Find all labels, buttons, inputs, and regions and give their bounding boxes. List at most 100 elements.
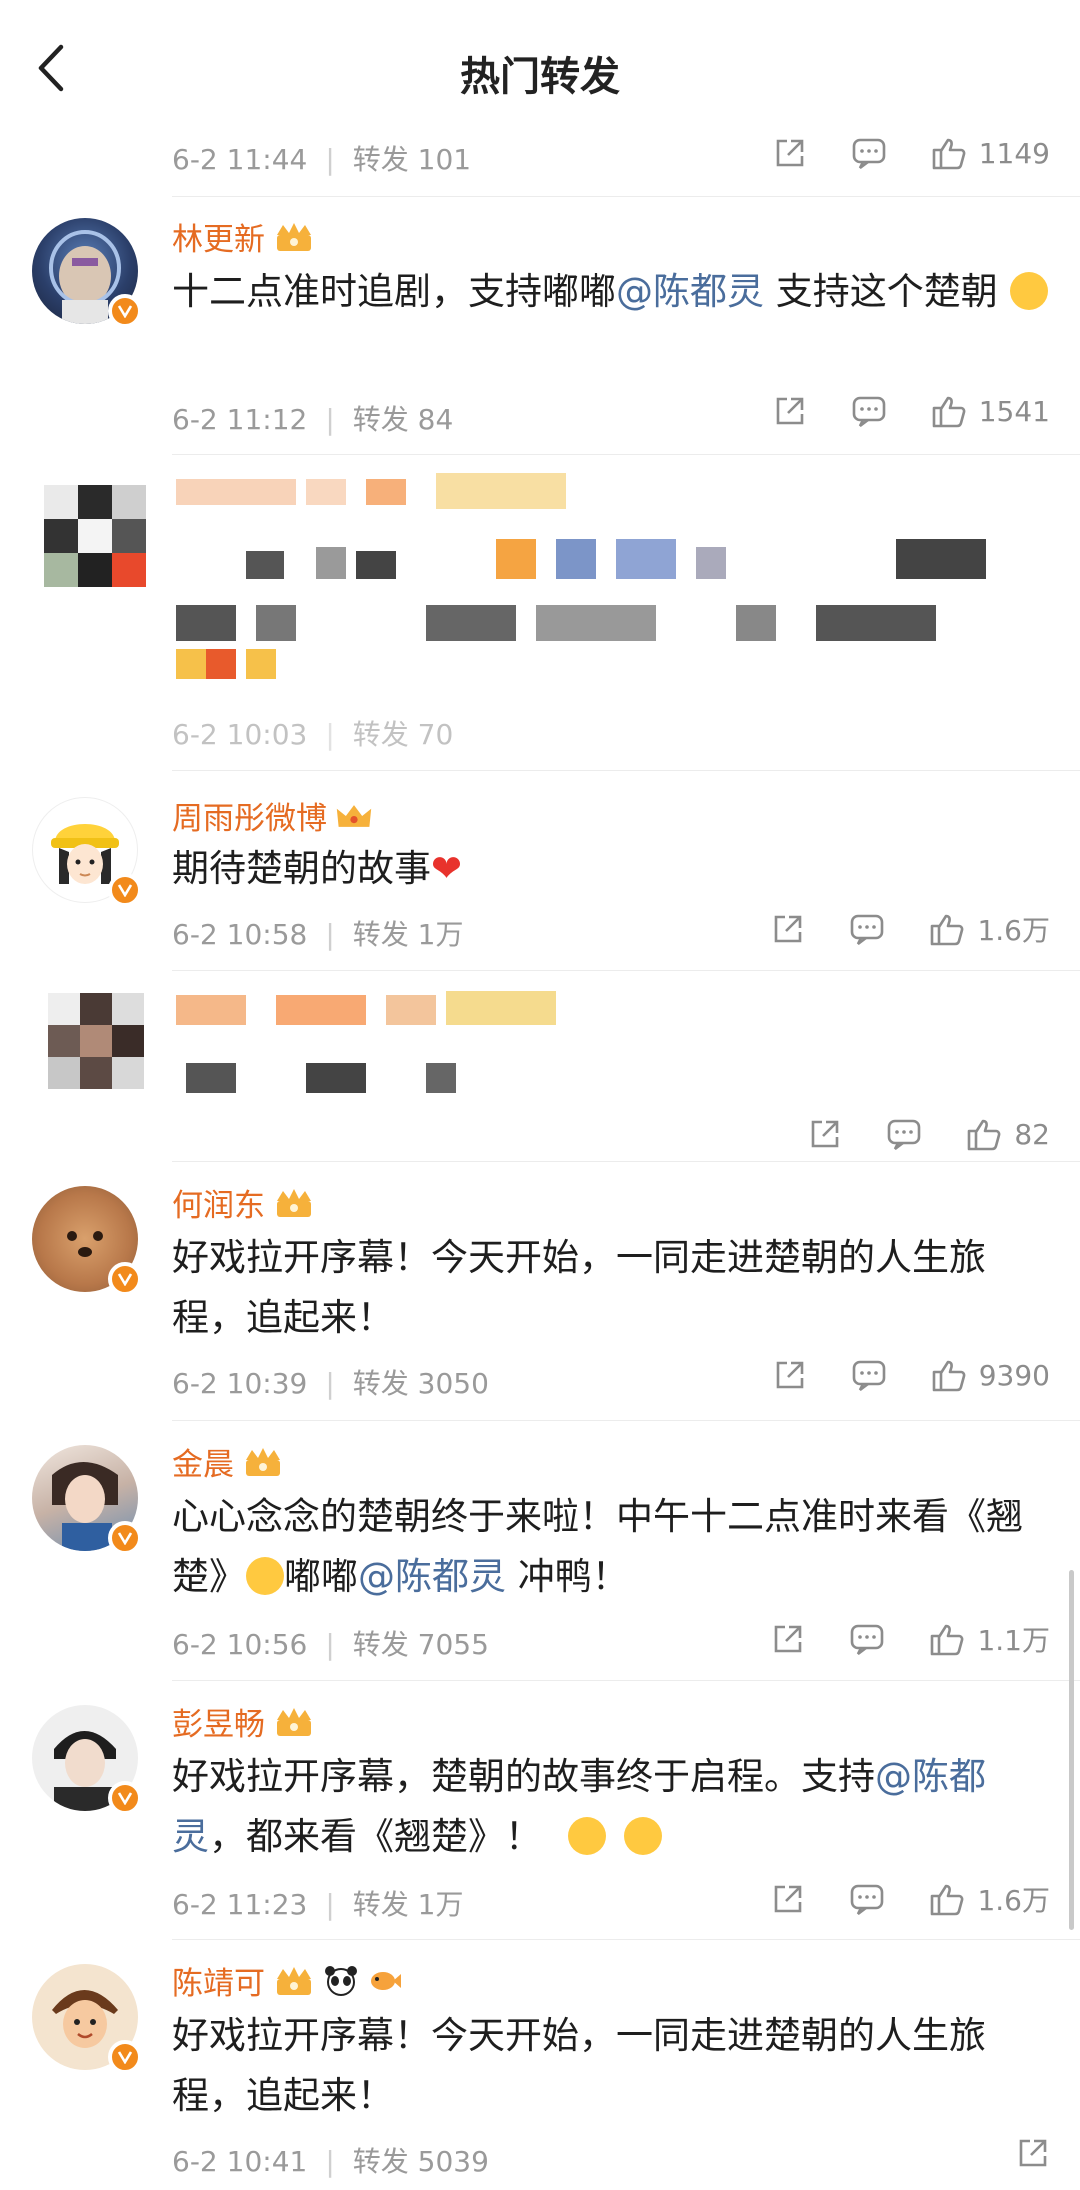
emoji-icon [1009,272,1048,310]
avatar[interactable] [32,218,142,328]
share-button[interactable] [808,1117,842,1151]
repost-count: 转发 101 [352,143,472,176]
crown-badge-icon [246,1447,280,1476]
panda-badge-icon [325,1965,357,1996]
scrollbar[interactable] [1069,1570,1074,1930]
comment-button[interactable] [886,1117,922,1151]
repost-item[interactable]: 周雨彤微博 期待楚朝的故事❤ 6-2 10:58 | 转发 1万 1.6万 [0,771,1080,971]
repost-count: 转发 5039 [352,2145,489,2178]
verified-badge-icon [108,873,142,907]
repost-item[interactable]: 何润东 好戏拉开序幕！今天开始，一同走进楚朝的人生旅程，追起来！ 6-2 10:… [0,1162,1080,1420]
blurred-repost-item[interactable]: 82 [0,971,1080,1161]
thumbs-up-icon [932,396,966,428]
share-button[interactable] [1016,2136,1050,2170]
like-button[interactable]: 1541 [931,394,1050,428]
username[interactable]: 彭昱畅 [172,1699,315,1744]
action-bar [1016,2136,1050,2170]
share-button[interactable] [771,1882,805,1916]
avatar[interactable] [32,1186,142,1296]
post-time: 6-2 10:39 [172,1367,308,1400]
thumbs-up-icon [931,1884,964,1916]
like-button[interactable]: 1.6万 [929,909,1050,949]
repost-count: 转发 7055 [352,1628,489,1661]
share-icon [775,1885,802,1913]
share-button[interactable] [773,136,807,170]
action-bar: 9390 [773,1358,1050,1392]
blurred-username [176,991,576,1031]
share-button[interactable] [773,394,807,428]
thumbs-up-icon [968,1119,1001,1151]
comment-button[interactable] [851,1358,887,1392]
share-button[interactable] [771,1622,805,1656]
post-content: 好戏拉开序幕！今天开始，一同走进楚朝的人生旅程，追起来！ [172,2014,986,2117]
post-meta: 6-2 10:58 | 转发 1万 [172,918,464,951]
blurred-content [176,1057,576,1097]
repost-item[interactable]: 林更新 十二点准时追剧，支持嘟嘟@陈都灵 支持这个楚朝 6-2 11:12 | 转发… [0,196,1080,454]
comment-icon [851,1884,884,1916]
emoji-icon [567,1817,606,1855]
post-meta: 6-2 10:56 | 转发 7055 [172,1628,489,1661]
post-content: 十二点准时追剧，支持嘟嘟@陈都灵 支持这个楚朝 [172,262,1052,322]
action-bar: 1.1万 [771,1619,1050,1659]
comment-button[interactable] [851,136,887,170]
action-bar: 82 [808,1117,1050,1151]
thumbs-up-icon [931,914,964,946]
repost-count: 转发 84 [352,403,454,436]
like-button[interactable]: 1149 [931,136,1050,170]
avatar[interactable] [32,1445,142,1555]
repost-item[interactable]: 陈靖可 好戏拉开序幕！今天开始，一同走进楚朝的人生旅程，追起来！ 6-2 10:… [0,1940,1080,2190]
thumbs-up-icon [931,1624,964,1656]
action-bar: 1149 [773,136,1050,170]
post-meta: 6-2 10:41 | 转发 5039 [172,2145,489,2178]
username[interactable]: 周雨彤微博 [172,793,373,838]
username[interactable]: 林更新 [172,214,315,259]
crown-badge-icon [277,1966,311,1995]
avatar[interactable] [32,1964,142,2074]
mention-link[interactable]: @陈都灵 [616,270,764,313]
comment-icon [851,914,884,946]
post-meta: 6-2 10:39 | 转发 3050 [172,1367,489,1400]
comment-button[interactable] [849,1622,885,1656]
crown-badge-icon [277,1188,311,1217]
username[interactable]: 金晨 [172,1439,284,1484]
username[interactable]: 何润东 [172,1180,315,1225]
comment-button[interactable] [849,912,885,946]
post-time: 6-2 10:56 [172,1628,308,1661]
blurred-avatar [48,993,144,1089]
like-count: 9390 [978,1358,1050,1392]
share-button[interactable] [771,912,805,946]
like-button[interactable]: 82 [966,1117,1050,1151]
blurred-content [176,539,1036,679]
avatar[interactable] [32,797,142,907]
share-icon [776,1361,804,1389]
post-meta: 6-2 11:44 | 转发 101 [172,143,472,176]
emoji-icon [623,1817,662,1855]
username[interactable]: 陈靖可 [172,1958,403,2003]
share-icon [1019,2139,1047,2167]
post-time: 6-2 11:23 [172,1888,308,1921]
comment-icon [888,1119,921,1151]
repost-item[interactable]: 彭昱畅 好戏拉开序幕，楚朝的故事终于启程。支持@陈都灵，都来看《翘楚》！ 6-2… [0,1681,1080,1939]
like-button[interactable]: 1.6万 [929,1879,1050,1919]
comment-button[interactable] [849,1882,885,1916]
verified-badge-icon [108,294,142,328]
repost-count: 转发 3050 [352,1367,489,1400]
repost-item[interactable]: 金晨 心心念念的楚朝终于来啦！中午十二点准时来看《翘楚》 嘟嘟@陈都灵 冲鸭！ 6… [0,1421,1080,1679]
post-meta: 6-2 11:12 | 转发 84 [172,403,454,436]
like-button[interactable]: 9390 [931,1358,1050,1392]
like-button[interactable]: 1.1万 [929,1619,1050,1659]
mention-link[interactable]: @陈都灵 [358,1555,506,1598]
avatar[interactable] [32,1705,142,1815]
emoji-icon [246,1557,284,1595]
post-time: 6-2 11:44 [172,143,308,176]
crown-badge-icon [277,1707,311,1736]
post-meta: 6-2 10:03 | 转发 70 [172,718,454,751]
like-count: 1149 [978,136,1050,170]
share-button[interactable] [773,1358,807,1392]
comment-button[interactable] [851,394,887,428]
like-count: 1.6万 [977,914,1050,947]
crown-badge-icon [277,222,311,251]
post-time: 6-2 10:41 [172,2145,308,2178]
comment-icon [852,396,886,428]
page-title: 热门转发 [460,54,620,100]
